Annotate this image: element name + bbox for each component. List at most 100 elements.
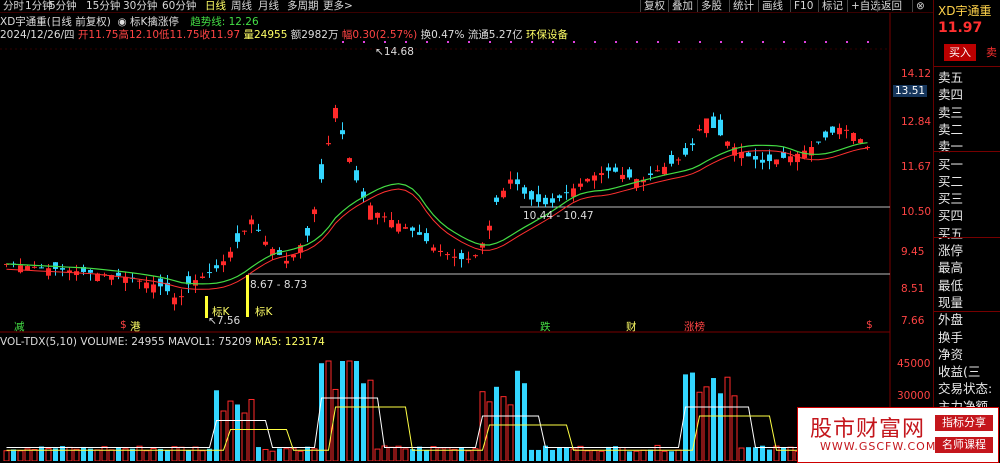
candle-body	[431, 247, 436, 251]
candle-body	[375, 212, 380, 218]
price-tick-4: 10.50	[901, 206, 932, 218]
event-label-3[interactable]: 跌	[540, 319, 551, 334]
price-tick-3: 11.67	[901, 161, 932, 173]
signal-dot	[867, 41, 869, 43]
quote-open: 开11.75	[77, 29, 119, 41]
peak-annotation: ↖14.68	[375, 46, 414, 58]
volume-bar	[361, 383, 366, 461]
toolbar-button-2[interactable]: 多股	[697, 0, 722, 12]
mavol1-value: MAVOL1: 75209	[167, 336, 252, 348]
volume-bar	[731, 395, 738, 461]
panel-row-5: 买一	[938, 156, 964, 172]
event-label-1[interactable]: $	[120, 319, 127, 331]
kline-chart[interactable]: XD宇通重(日线 前复权) ◉ 标K擒涨停 趋势线: 12.26 2024/12…	[0, 13, 932, 461]
volume-indicator-line: VOL-TDX(5,10) VOLUME: 24955 MAVOL1: 7520…	[0, 336, 325, 348]
badge-teacher-course[interactable]: 名师课程	[935, 437, 993, 453]
event-label-5[interactable]: 涨榜	[684, 319, 705, 334]
volume-tick-0: 45000	[897, 358, 931, 370]
candle-body	[627, 169, 632, 178]
period-tab-5[interactable]: 60分钟	[162, 0, 196, 12]
candle-body	[655, 170, 660, 172]
signal-dot	[615, 41, 617, 43]
candle-body	[585, 178, 590, 182]
period-tab-3[interactable]: 15分钟	[86, 0, 120, 12]
candle-body	[543, 197, 548, 205]
candle-body	[837, 127, 842, 135]
toolbar-button-8[interactable]: 返回	[877, 0, 902, 12]
volume-bar	[640, 449, 647, 461]
quote-sector: 环保设备	[526, 29, 569, 41]
candle-body	[515, 179, 520, 185]
candle-body	[760, 159, 765, 163]
candle-body	[690, 143, 695, 146]
period-tab-10[interactable]: 更多>	[323, 0, 353, 12]
candle-body	[767, 154, 772, 162]
volume-bar	[165, 450, 170, 461]
toolbar-button-4[interactable]: 画线	[758, 0, 783, 12]
event-label-6[interactable]: $	[866, 319, 873, 331]
buy-button[interactable]: 买入	[944, 44, 976, 61]
volume-bar	[529, 449, 534, 461]
panel-row-7: 买三	[938, 191, 964, 207]
period-tab-9[interactable]: 多周期	[287, 0, 319, 12]
volume-bar	[669, 451, 674, 461]
toolbar-button-1[interactable]: 叠加	[668, 0, 693, 12]
quote-close: 收11.97	[199, 29, 241, 41]
candle-body	[711, 116, 716, 128]
volume-bar	[522, 383, 527, 461]
volume-bar	[81, 446, 86, 461]
panel-row-15: 换手	[938, 329, 964, 345]
volume-bar	[633, 450, 640, 461]
candle-body	[473, 255, 478, 257]
volume-bar	[367, 379, 374, 461]
quote-change: 幅0.30(2.57%)	[341, 29, 418, 41]
toolbar-button-7[interactable]: +自选	[847, 0, 881, 12]
candle-body	[263, 241, 268, 245]
signal-dot	[783, 41, 785, 43]
close-icon[interactable]: ⊗	[912, 0, 925, 12]
candle-body	[214, 265, 219, 269]
period-tab-7[interactable]: 周线	[231, 0, 252, 12]
period-tab-8[interactable]: 月线	[258, 0, 279, 12]
volume-bar	[500, 396, 507, 461]
toolbar-button-0[interactable]: 复权	[640, 0, 665, 12]
badge-indicator-share[interactable]: 指标分享	[935, 415, 993, 431]
candle-body	[606, 167, 611, 171]
price-tick-7: 7.66	[901, 315, 925, 327]
candle-body	[704, 118, 709, 134]
volume-bar	[192, 446, 199, 461]
candle-body	[487, 225, 492, 231]
candle-body	[830, 126, 835, 133]
panel-row-9: 买五	[938, 225, 964, 241]
candle-body	[557, 195, 562, 198]
toolbar-button-3[interactable]: 统计	[729, 0, 754, 12]
sell-button[interactable]: 卖	[986, 44, 997, 60]
signal-dot	[678, 41, 680, 43]
volume-bar	[718, 393, 723, 461]
volume-bar	[753, 447, 758, 461]
volume-bar	[374, 448, 381, 461]
period-tab-2[interactable]: 5分钟	[49, 0, 77, 12]
event-label-0[interactable]: 减	[14, 319, 25, 334]
volume-bar	[60, 446, 65, 461]
quote-low: 低11.75	[159, 29, 200, 41]
volume-bar	[381, 445, 388, 461]
volume-bar	[724, 376, 731, 461]
period-tab-6[interactable]: 日线	[205, 0, 226, 12]
signal-dot	[825, 41, 827, 43]
volume-bar	[675, 449, 682, 461]
period-tab-0[interactable]: 分时	[3, 0, 24, 12]
range-mid-label: 8.67 - 8.73	[250, 279, 308, 291]
signal-dot	[762, 41, 764, 43]
toolbar-button-5[interactable]: F10	[790, 0, 813, 12]
chart-canvas[interactable]	[0, 13, 932, 461]
period-tab-4[interactable]: 30分钟	[123, 0, 157, 12]
candle-body	[60, 268, 65, 270]
candle-body	[445, 254, 450, 256]
candle-body	[802, 150, 807, 159]
event-label-2[interactable]: 港	[130, 319, 141, 334]
candle-body	[354, 170, 359, 181]
candle-body	[88, 269, 93, 273]
event-label-4[interactable]: 财	[626, 319, 637, 334]
toolbar-button-6[interactable]: 标记	[818, 0, 843, 12]
